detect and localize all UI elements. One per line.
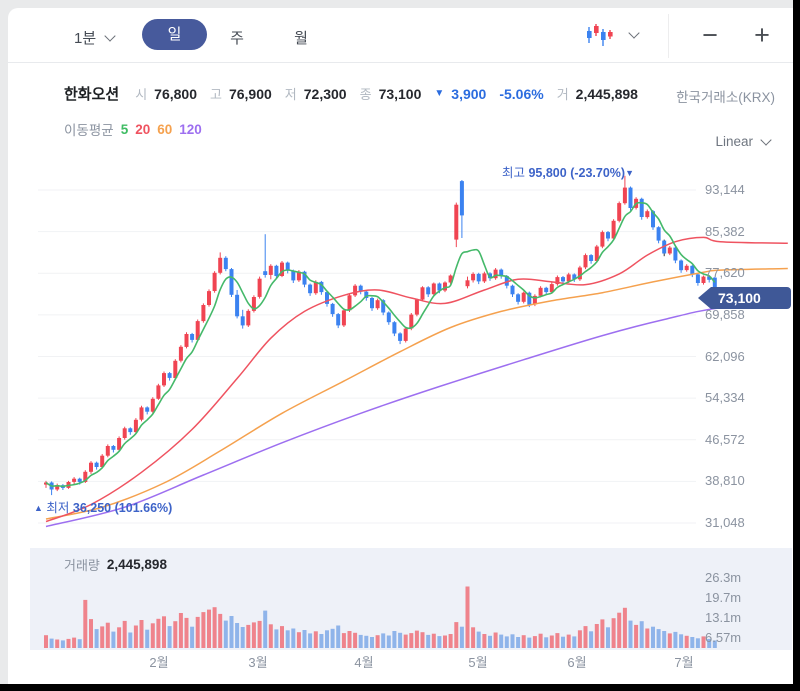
volume-axis-label: 19.7m: [705, 590, 741, 605]
price-axis-label: 31,048: [705, 515, 745, 530]
volume-panel-value: 2,445,898: [107, 557, 167, 572]
low-annotation-label: 최저: [46, 501, 69, 515]
high-annotation-value: 95,800: [528, 166, 566, 180]
month-axis-label: 7월: [664, 652, 704, 671]
price-axis-label: 54,334: [705, 390, 745, 405]
volume-axis-label: 13.1m: [705, 610, 741, 625]
price-volume-chart-canvas[interactable]: [0, 0, 793, 684]
high-marker-icon: ▼: [625, 168, 634, 178]
price-axis-label: 46,572: [705, 432, 745, 447]
month-axis-label: 5월: [458, 652, 498, 671]
high-annotation-pct: (-23.70%): [570, 166, 625, 180]
high-annotation-label: 최고: [502, 166, 525, 180]
price-axis-label: 93,144: [705, 182, 745, 197]
price-axis-label: 38,810: [705, 473, 745, 488]
low-marker-icon: ▲: [34, 503, 43, 513]
low-annotation-value: 36,250: [73, 501, 111, 515]
month-axis-label: 3월: [238, 652, 278, 671]
volume-axis-label: 6.57m: [705, 630, 741, 645]
stock-chart-window: 1분 일 주 월 − + 한화오션 시 76,800 고: [0, 0, 793, 684]
price-axis-label: 85,382: [705, 224, 745, 239]
month-axis-label: 4월: [344, 652, 384, 671]
price-axis-label: 62,096: [705, 349, 745, 364]
low-annotation: ▲ 최저 36,250 (101.66%): [34, 497, 172, 516]
price-axis-label: 77,620: [705, 265, 745, 280]
month-axis-label: 2월: [139, 652, 179, 671]
volume-panel-label: 거래량: [64, 555, 100, 574]
price-axis-label: 69,858: [705, 307, 745, 322]
volume-panel-header: 거래량 2,445,898: [64, 555, 167, 574]
volume-axis-label: 26.3m: [705, 570, 741, 585]
low-annotation-pct: (101.66%): [115, 501, 173, 515]
month-axis-label: 6월: [557, 652, 597, 671]
current-price-tag: 73,100: [698, 287, 791, 309]
high-annotation: 최고 95,800 (-23.70%)▼: [470, 162, 634, 181]
